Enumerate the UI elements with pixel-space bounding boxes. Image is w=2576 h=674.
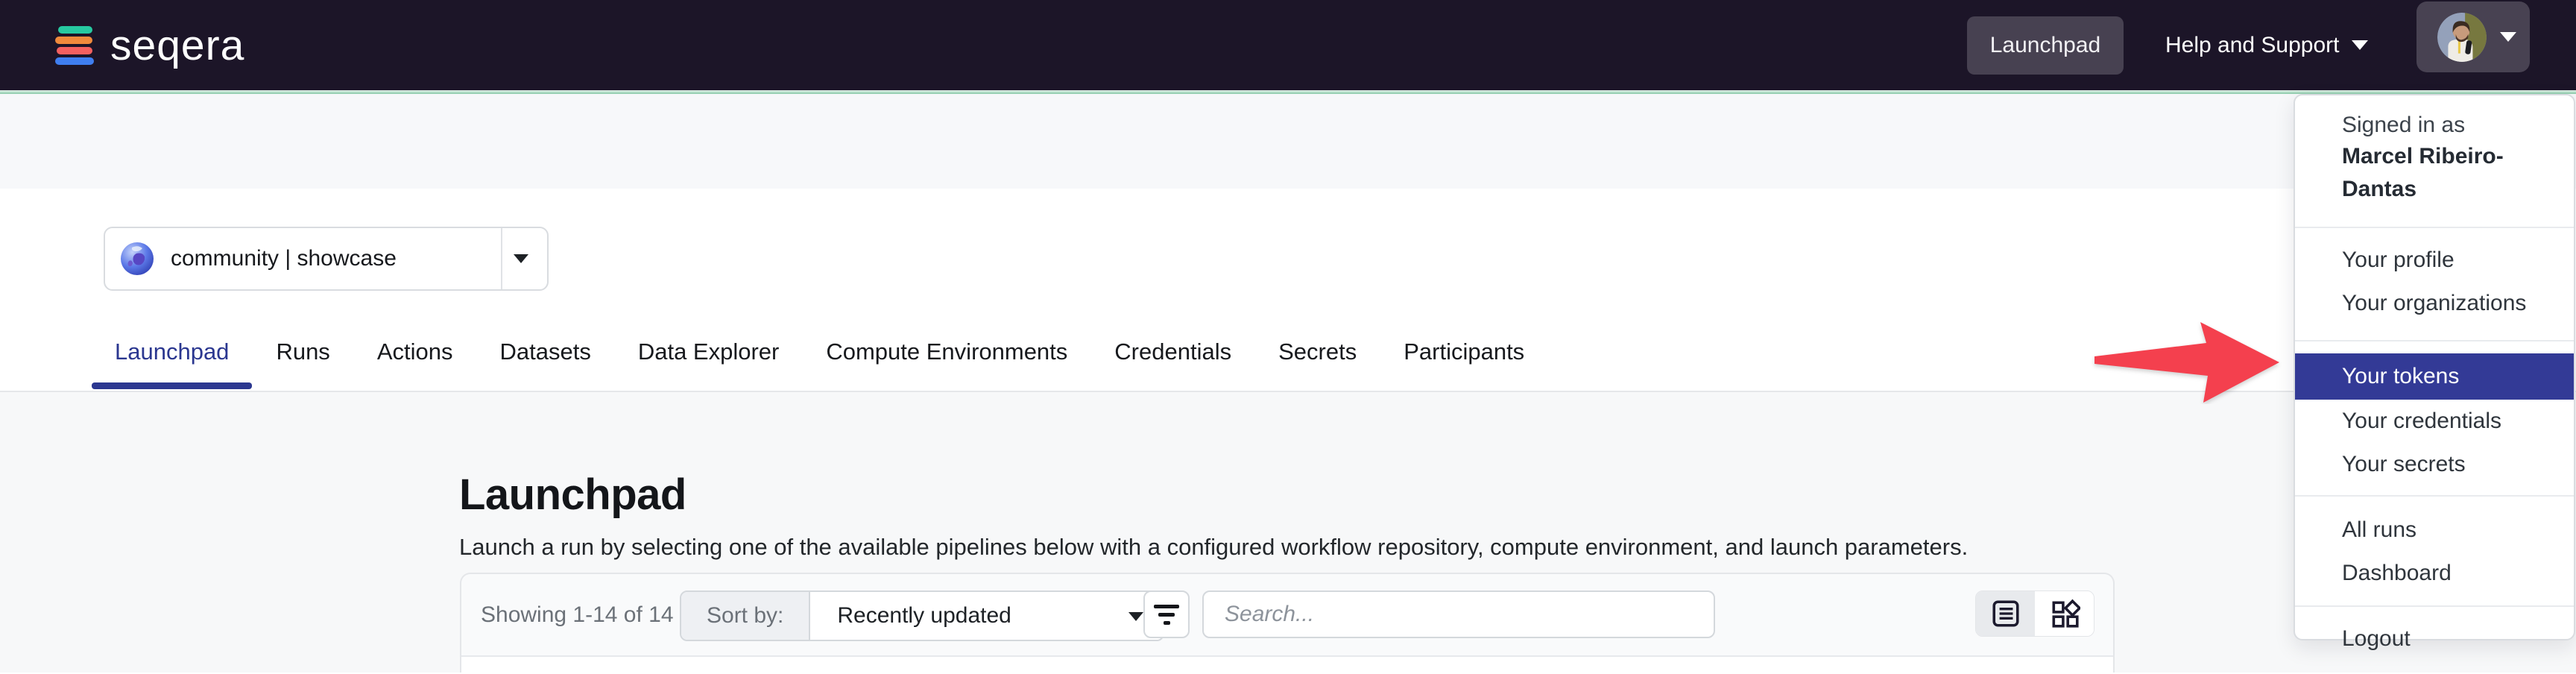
list-view-icon bbox=[1990, 598, 2021, 629]
signed-in-as-label: Signed in as bbox=[2295, 110, 2574, 140]
list-area-start bbox=[461, 657, 2113, 674]
menu-item-dashboard[interactable]: Dashboard bbox=[2295, 552, 2574, 595]
toolbar-row: Showing 1-14 of 14 Sort by: Recently upd… bbox=[461, 574, 2113, 657]
tab-data-explorer[interactable]: Data Explorer bbox=[638, 337, 780, 367]
user-dropdown-menu: Signed in as Marcel Ribeiro-Dantas Your … bbox=[2294, 94, 2575, 640]
caret-down-icon bbox=[2500, 32, 2516, 42]
menu-item-logout[interactable]: Logout bbox=[2295, 617, 2574, 661]
search-input[interactable] bbox=[1202, 590, 1715, 638]
list-view-button[interactable] bbox=[1976, 591, 2035, 636]
grid-view-icon bbox=[2049, 598, 2080, 629]
grid-view-button[interactable] bbox=[2035, 591, 2094, 636]
avatar bbox=[2437, 13, 2487, 62]
user-avatar-button[interactable] bbox=[2416, 1, 2530, 72]
help-and-support-label: Help and Support bbox=[2165, 33, 2340, 58]
globe-icon bbox=[120, 242, 154, 276]
tab-actions[interactable]: Actions bbox=[377, 337, 453, 367]
sort-by-select[interactable]: Sort by: Recently updated bbox=[680, 590, 1164, 641]
menu-item-your-credentials[interactable]: Your credentials bbox=[2295, 400, 2574, 443]
annotation-arrow-icon bbox=[2089, 313, 2284, 404]
top-navbar: seqera Launchpad Help and Support bbox=[0, 0, 2576, 90]
tab-datasets[interactable]: Datasets bbox=[499, 337, 590, 367]
results-count: Showing 1-14 of 14 bbox=[481, 574, 674, 655]
page-title: Launchpad bbox=[459, 470, 686, 520]
menu-item-all-runs[interactable]: All runs bbox=[2295, 508, 2574, 552]
pipelines-toolbar-card: Showing 1-14 of 14 Sort by: Recently upd… bbox=[460, 573, 2115, 673]
sort-by-label: Sort by: bbox=[681, 592, 810, 640]
caret-down-icon[interactable] bbox=[514, 254, 528, 263]
menu-item-your-organizations[interactable]: Your organizations bbox=[2295, 282, 2574, 325]
menu-item-your-profile[interactable]: Your profile bbox=[2295, 239, 2574, 282]
view-mode-toggle bbox=[1975, 590, 2094, 637]
filter-icon bbox=[1154, 605, 1179, 608]
brand-name: seqera bbox=[110, 26, 244, 65]
tab-secrets[interactable]: Secrets bbox=[1278, 337, 1357, 367]
workspace-selector-value: community | showcase bbox=[171, 246, 397, 271]
tab-credentials[interactable]: Credentials bbox=[1114, 337, 1231, 367]
tab-compute-environments[interactable]: Compute Environments bbox=[826, 337, 1067, 367]
workspace-selector-divider bbox=[501, 228, 502, 289]
caret-down-icon bbox=[2352, 40, 2368, 50]
menu-item-your-secrets[interactable]: Your secrets bbox=[2295, 443, 2574, 486]
caret-down-icon bbox=[1128, 612, 1143, 621]
workspace-tabs: Launchpad Runs Actions Datasets Data Exp… bbox=[115, 337, 1524, 367]
tab-runs[interactable]: Runs bbox=[276, 337, 329, 367]
page-description: Launch a run by selecting one of the ava… bbox=[459, 534, 1968, 561]
tab-participants[interactable]: Participants bbox=[1404, 337, 1524, 367]
tab-launchpad[interactable]: Launchpad bbox=[115, 337, 229, 367]
filter-button[interactable] bbox=[1143, 590, 1190, 638]
nav-launchpad-button[interactable]: Launchpad bbox=[1967, 16, 2124, 75]
sort-by-value: Recently updated bbox=[810, 592, 1163, 640]
help-and-support-menu[interactable]: Help and Support bbox=[2165, 0, 2368, 90]
signed-in-user-name: Marcel Ribeiro-Dantas bbox=[2295, 140, 2574, 206]
active-tab-underline bbox=[92, 382, 252, 389]
seqera-logo-icon bbox=[55, 26, 94, 65]
brand-logo[interactable]: seqera bbox=[55, 0, 244, 90]
subheader-band bbox=[0, 94, 2576, 189]
workspace-selector[interactable]: community | showcase bbox=[104, 227, 549, 291]
menu-item-your-tokens[interactable]: Your tokens bbox=[2295, 353, 2574, 400]
